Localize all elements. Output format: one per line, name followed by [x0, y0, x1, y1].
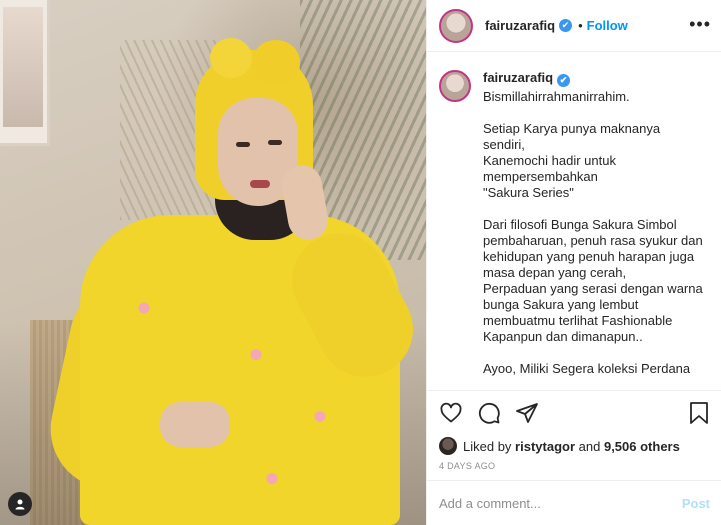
post-comment-button[interactable]: Post	[682, 496, 710, 511]
caption-avatar[interactable]	[439, 70, 471, 102]
caption-text: Bismillahirrahmanirrahim. Setiap Karya p…	[483, 89, 703, 376]
woman-in-yellow-dress	[39, 30, 426, 525]
caption: fairuzarafiq ✔ Bismillahirrahmanirrahim. …	[427, 52, 721, 390]
post-side-panel: fairuzarafiq ✔ • Follow ••• fairuzarafiq…	[426, 0, 721, 525]
likes-summary: Liked by ristytagor and 9,506 others	[427, 435, 721, 457]
bookmark-icon[interactable]	[688, 401, 710, 425]
separator-dot: •	[578, 18, 583, 33]
comment-input[interactable]	[439, 495, 682, 511]
liker-avatar[interactable]	[439, 437, 457, 455]
heart-icon[interactable]	[439, 401, 463, 425]
verified-icon: ✔	[559, 19, 573, 32]
post-date[interactable]: 4 DAYS AGO	[427, 457, 721, 471]
share-icon[interactable]	[515, 401, 539, 425]
post-image[interactable]	[0, 0, 426, 525]
comment-icon[interactable]	[477, 401, 501, 425]
post-actions: Liked by ristytagor and 9,506 others 4 D…	[427, 390, 721, 480]
likes-count[interactable]: 9,506 others	[604, 439, 680, 454]
tagged-user-icon[interactable]	[8, 492, 32, 516]
more-options-icon[interactable]: •••	[689, 14, 711, 35]
follow-button[interactable]: Follow	[587, 18, 628, 33]
comment-bar: Post	[427, 480, 721, 525]
post-username[interactable]: fairuzarafiq	[485, 18, 555, 33]
avatar[interactable]	[439, 8, 473, 43]
post-header: fairuzarafiq ✔ • Follow •••	[427, 0, 721, 52]
caption-username[interactable]: fairuzarafiq	[483, 70, 553, 85]
caption-verified-icon: ✔	[557, 74, 571, 87]
liker-username[interactable]: ristytagor	[515, 439, 575, 454]
